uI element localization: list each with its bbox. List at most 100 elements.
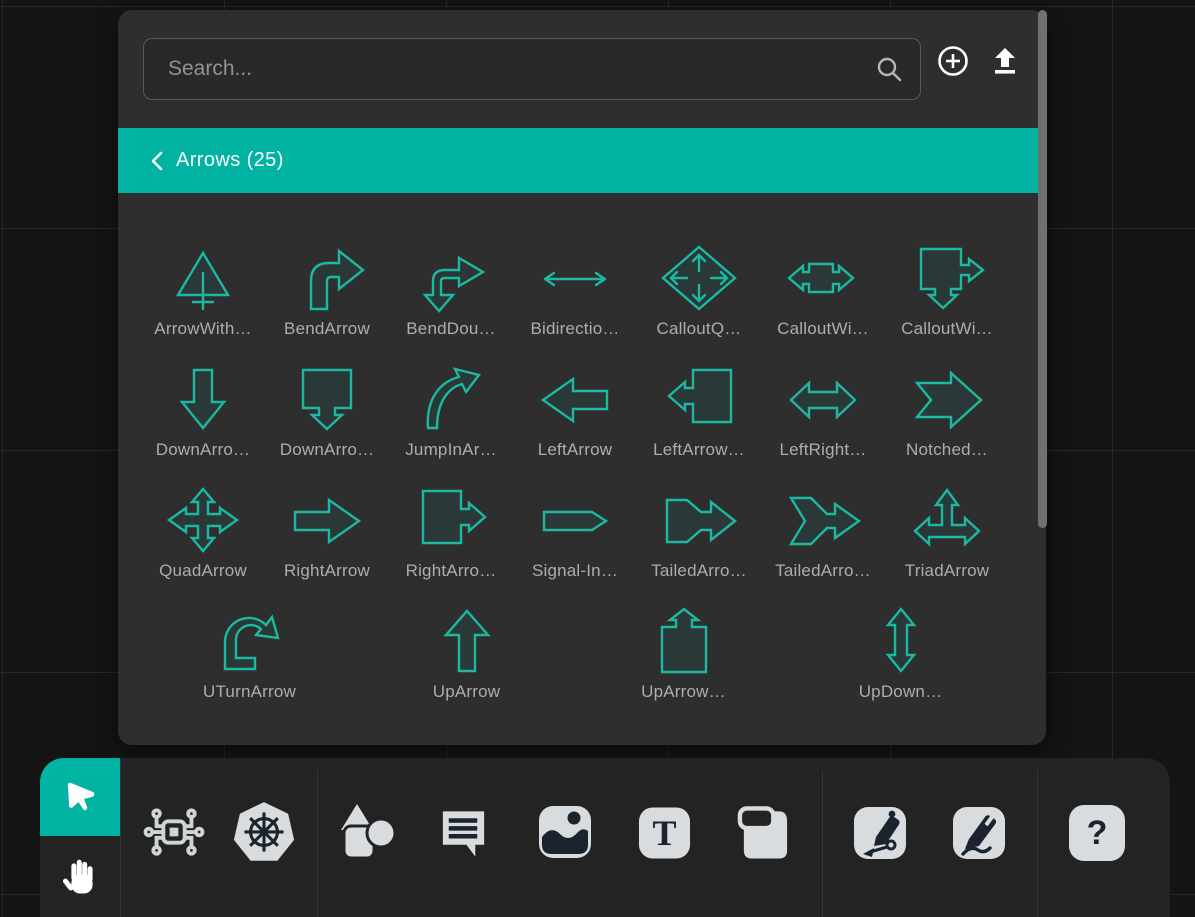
image-icon [536, 803, 594, 861]
triad-arrow-icon [907, 485, 987, 555]
note-tool-button[interactable] [736, 805, 791, 861]
shape-item[interactable]: Bidirectio… [513, 243, 637, 339]
callout-quad-arrow-icon [659, 243, 739, 313]
shape-label: BendDou… [406, 319, 496, 339]
toolbar-separator [1037, 770, 1038, 917]
shape-label: LeftRight… [779, 440, 866, 460]
toolbar-separator [822, 770, 823, 917]
notched-right-arrow-icon [907, 364, 987, 434]
shape-label: ArrowWith… [154, 319, 251, 339]
shape-item[interactable]: CalloutWi… [761, 243, 885, 339]
shape-item[interactable]: UTurnArrow [141, 606, 358, 702]
shape-label: UpArrow… [641, 682, 726, 702]
shape-item[interactable]: CalloutQ… [637, 243, 761, 339]
panel-scrollbar[interactable] [1038, 10, 1047, 528]
upload-icon [987, 43, 1023, 79]
u-turn-arrow-icon [210, 606, 290, 676]
left-right-arrow-icon [783, 364, 863, 434]
text-tool-button[interactable]: T [637, 805, 692, 861]
down-arrow-callout-icon [287, 364, 367, 434]
shape-item[interactable]: DownArro… [141, 364, 265, 460]
shape-label: LeftArrow… [653, 440, 745, 460]
shape-item[interactable]: QuadArrow [141, 485, 265, 581]
left-arrow-icon [535, 364, 615, 434]
right-arrow-callout-icon [411, 485, 491, 555]
left-arrow-callout-icon [659, 364, 739, 434]
kubernetes-shapes-button[interactable] [231, 800, 297, 866]
chevron-left-icon [150, 151, 164, 171]
arrow-with-stem-icon [163, 243, 243, 313]
shape-item[interactable]: TriadArrow [885, 485, 1009, 581]
callout-right-down-arrow-icon [907, 243, 987, 313]
toolbar-separator [317, 770, 318, 917]
bend-arrow-icon [287, 243, 367, 313]
shape-label: BendArrow [284, 319, 370, 339]
upload-button[interactable] [987, 43, 1023, 79]
shape-item[interactable]: UpArrow… [575, 606, 792, 702]
plus-circle-icon [935, 43, 971, 79]
note-icon [736, 805, 791, 861]
search-input[interactable] [143, 38, 921, 100]
shape-item[interactable]: RightArro… [389, 485, 513, 581]
connector-pen-icon [852, 805, 908, 861]
shape-item[interactable]: CalloutWi… [885, 243, 1009, 339]
up-down-arrow-icon [861, 606, 941, 676]
bottom-toolbar: T [40, 758, 1170, 917]
shape-label: RightArrow [284, 561, 370, 581]
shape-label: TriadArrow [905, 561, 990, 581]
cursor-icon [59, 776, 101, 818]
network-shapes-button[interactable] [143, 801, 205, 863]
shape-label: TailedArro… [775, 561, 871, 581]
shape-item[interactable]: Signal-In… [513, 485, 637, 581]
panel-toolbar [118, 10, 1046, 128]
tailed-arrow-chevron-icon [783, 485, 863, 555]
shape-item[interactable]: UpDown… [792, 606, 1009, 702]
shapes-tool-button[interactable] [337, 802, 401, 864]
shape-item[interactable]: JumpInAr… [389, 364, 513, 460]
shape-item[interactable]: ArrowWith… [141, 243, 265, 339]
add-shape-button[interactable] [935, 43, 971, 79]
quad-arrow-icon [163, 485, 243, 555]
down-arrow-icon [163, 364, 243, 434]
shape-item[interactable]: LeftArrow… [637, 364, 761, 460]
shape-item[interactable]: LeftArrow [513, 364, 637, 460]
jump-in-arrow-icon [411, 364, 491, 434]
kubernetes-wheel-icon [231, 800, 297, 866]
shape-label: QuadArrow [159, 561, 247, 581]
comment-icon [436, 805, 491, 861]
freehand-pen-tool-button[interactable] [951, 805, 1007, 861]
shape-label: CalloutQ… [657, 319, 742, 339]
shape-label: RightArro… [406, 561, 497, 581]
shape-item[interactable]: RightArrow [265, 485, 389, 581]
shape-label: LeftArrow [538, 440, 613, 460]
category-title: Arrows (25) [176, 149, 284, 172]
search-box [143, 38, 921, 100]
shape-label: UTurnArrow [203, 682, 296, 702]
shape-item[interactable]: LeftRight… [761, 364, 885, 460]
network-chip-icon [143, 801, 205, 863]
image-tool-button[interactable] [536, 803, 594, 861]
callout-left-right-arrow-icon [783, 243, 863, 313]
text-tool-glyph: T [637, 805, 692, 861]
shape-item[interactable]: BendArrow [265, 243, 389, 339]
shape-item[interactable]: DownArro… [265, 364, 389, 460]
shape-item[interactable]: TailedArro… [637, 485, 761, 581]
shape-label: TailedArro… [651, 561, 747, 581]
shape-label: CalloutWi… [777, 319, 869, 339]
shape-item[interactable]: Notched… [885, 364, 1009, 460]
shape-item[interactable]: TailedArro… [761, 485, 885, 581]
hand-tool-button[interactable] [40, 836, 120, 917]
connector-pen-tool-button[interactable] [852, 805, 908, 861]
category-header-arrows[interactable]: Arrows (25) [118, 128, 1046, 193]
hand-icon [57, 854, 103, 900]
comment-tool-button[interactable] [436, 805, 491, 861]
shape-grid: ArrowWith… BendArrow BendDou… Bidirectio… [118, 193, 1046, 745]
select-tool-button[interactable] [40, 758, 120, 836]
shape-label: CalloutWi… [901, 319, 993, 339]
pointer-tool-group [40, 758, 121, 917]
help-button[interactable]: ? [1069, 805, 1125, 861]
shape-label: DownArro… [280, 440, 374, 460]
up-arrow-icon [427, 606, 507, 676]
shape-item[interactable]: BendDou… [389, 243, 513, 339]
shape-item[interactable]: UpArrow [358, 606, 575, 702]
